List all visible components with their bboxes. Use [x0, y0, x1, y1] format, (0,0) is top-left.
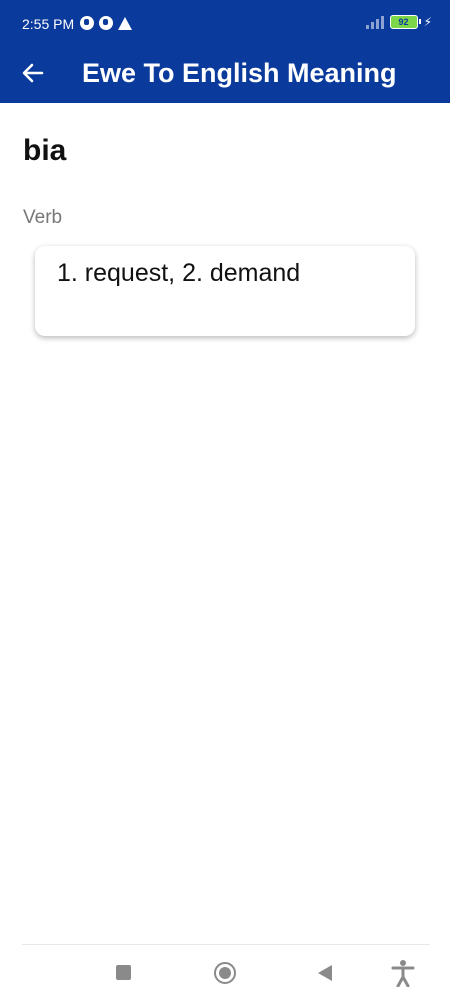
app-notification-icon: [99, 16, 113, 30]
back-icon[interactable]: [318, 965, 332, 981]
page-title: Ewe To English Meaning: [82, 58, 397, 88]
meaning-text: 1. request, 2. demand: [57, 259, 301, 287]
battery-level: 92: [398, 17, 409, 27]
system-nav-bar: [0, 945, 450, 1000]
word-heading: bia: [23, 134, 67, 167]
charging-icon: ⚡: [423, 15, 432, 29]
warning-icon: [118, 16, 132, 30]
home-icon[interactable]: [214, 962, 236, 984]
arrow-left-icon: [22, 63, 44, 83]
accessibility-icon[interactable]: [391, 959, 415, 988]
part-of-speech: Verb: [23, 207, 63, 228]
back-button[interactable]: [18, 58, 48, 88]
signal-icon: [365, 15, 384, 29]
app-notification-icon: [80, 16, 94, 30]
status-time: 2:55 PM: [22, 16, 75, 32]
meaning-card: 1. request, 2. demand: [35, 246, 415, 336]
app-bar: Ewe To English Meaning: [0, 48, 450, 103]
battery-icon: 92: [389, 15, 421, 29]
system-icons: 92 ⚡: [365, 15, 432, 29]
recents-icon[interactable]: [116, 965, 131, 980]
status-bar: 2:55 PM 92 ⚡: [0, 0, 450, 48]
notification-icons: [80, 16, 132, 30]
